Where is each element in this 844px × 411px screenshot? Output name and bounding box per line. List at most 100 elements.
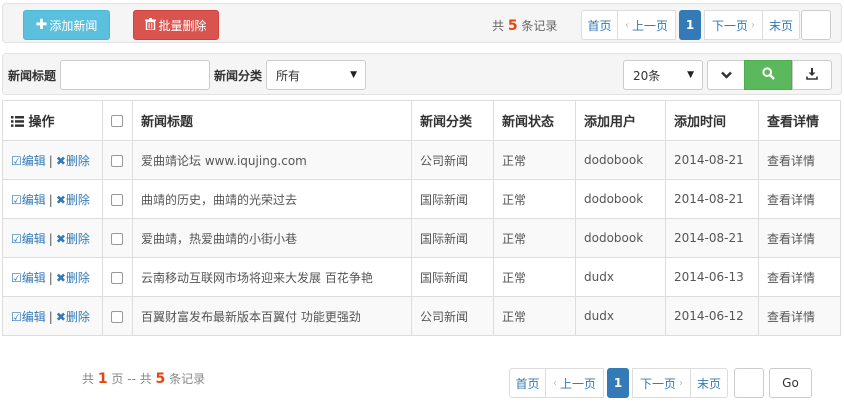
row-actions: ☑编辑 | ✖删除 (2, 179, 103, 219)
cell-time: 2014-06-13 (665, 257, 759, 297)
add-news-button[interactable]: ✚ 添加新闻 (23, 10, 110, 40)
delete-link[interactable]: ✖删除 (56, 310, 90, 324)
view-detail-link[interactable]: 查看详情 (758, 140, 841, 180)
last-page-link[interactable]: 末页 (762, 10, 800, 40)
table-row: ☑编辑 | ✖删除 爱曲靖，热爱曲靖的小街小巷 国际新闻 正常 dodobook 2… (2, 218, 841, 258)
view-detail-link[interactable]: 查看详情 (758, 296, 841, 336)
edit-icon: ☑ (11, 192, 22, 207)
news-category-select[interactable]: 所有 ▼ (266, 60, 366, 90)
row-checkbox[interactable] (111, 232, 123, 245)
news-title-label: 新闻标题 (8, 69, 57, 83)
last-page-link[interactable]: 末页 (690, 368, 728, 398)
news-title-input[interactable] (60, 60, 210, 90)
download-icon (806, 67, 818, 83)
edit-link[interactable]: ☑编辑 (11, 310, 46, 324)
first-page-link[interactable]: 首页 (509, 368, 546, 398)
record-count-value: 5 (507, 18, 518, 34)
go-button[interactable]: Go (769, 368, 812, 398)
page-size-select[interactable]: 20条 ▼ (623, 60, 703, 90)
edit-link[interactable]: ☑编辑 (11, 193, 46, 207)
edit-icon: ☑ (11, 309, 22, 324)
current-page[interactable]: 1 (679, 10, 701, 40)
table-row: ☑编辑 | ✖删除 云南移动互联网市场将迎来大发展 百花争艳 国际新闻 正常 dud… (2, 257, 841, 297)
record-count-top: 共 5 条记录 (492, 18, 558, 34)
trash-icon (145, 17, 157, 33)
close-icon: ✖ (55, 270, 66, 285)
prev-page-link[interactable]: ‹ 上一页 (545, 368, 604, 398)
chevron-left-icon: ‹ (624, 19, 629, 31)
current-page[interactable]: 1 (607, 368, 629, 398)
first-page-link[interactable]: 首页 (581, 10, 618, 40)
add-news-label: 添加新闻 (49, 18, 98, 33)
view-detail-link[interactable]: 查看详情 (758, 257, 841, 297)
edit-icon: ☑ (11, 153, 22, 168)
cell-time: 2014-08-21 (665, 218, 759, 258)
cell-time: 2014-06-12 (665, 296, 759, 336)
chevron-down-icon (720, 68, 732, 82)
row-select (102, 257, 133, 297)
edit-icon: ☑ (11, 231, 22, 246)
chevron-right-icon: › (751, 19, 755, 31)
search-icon (761, 67, 775, 83)
download-button[interactable] (792, 60, 832, 90)
collapse-button[interactable] (707, 60, 745, 90)
batch-delete-label: 批量删除 (158, 18, 207, 33)
edit-link[interactable]: ☑编辑 (11, 232, 46, 246)
select-all-checkbox[interactable] (111, 114, 123, 127)
cell-title: 百翼财富发布最新版本百翼付 功能更强劲 (132, 296, 412, 336)
cell-time: 2014-08-21 (665, 179, 759, 219)
news-table: 操作 新闻标题 新闻分类 新闻状态 添加用户 添加时间 查看详情 ☑编辑 | ✖删除… (2, 100, 841, 336)
page-jump-input-top[interactable] (801, 10, 831, 40)
close-icon: ✖ (55, 192, 66, 207)
close-icon: ✖ (55, 309, 66, 324)
header-title: 新闻标题 (132, 100, 412, 141)
record-count-value: 5 (155, 371, 166, 387)
chevron-right-icon: › (679, 377, 683, 389)
delete-link[interactable]: ✖删除 (56, 154, 90, 168)
page-count-value: 1 (97, 371, 108, 387)
view-detail-link[interactable]: 查看详情 (758, 179, 841, 219)
cell-status: 正常 (493, 179, 576, 219)
list-icon (11, 115, 29, 130)
caret-down-icon: ▼ (350, 70, 357, 80)
batch-delete-button[interactable]: 批量删除 (133, 10, 219, 40)
next-page-link[interactable]: 下一页 › (632, 368, 691, 398)
row-checkbox[interactable] (111, 154, 123, 167)
cell-title: 爱曲靖论坛 www.iqujing.com (132, 140, 412, 180)
cell-title: 云南移动互联网市场将迎来大发展 百花争艳 (132, 257, 412, 297)
record-count-bottom: 共 1 页 -- 共 5 条记录 (82, 371, 206, 387)
row-select (102, 179, 133, 219)
next-page-link[interactable]: 下一页 › (704, 10, 763, 40)
table-header-row: 操作 新闻标题 新闻分类 新闻状态 添加用户 添加时间 查看详情 (2, 100, 841, 141)
delete-link[interactable]: ✖删除 (56, 232, 90, 246)
pagination-top: 首页 ‹ 上一页 1 下一页 › 末页 (581, 10, 800, 40)
cell-category: 国际新闻 (411, 257, 494, 297)
search-button[interactable] (744, 60, 792, 90)
cell-user: dodobook (575, 140, 666, 180)
cell-status: 正常 (493, 140, 576, 180)
row-checkbox[interactable] (111, 193, 123, 206)
header-operation: 操作 (2, 100, 103, 141)
cell-status: 正常 (493, 218, 576, 258)
view-detail-link[interactable]: 查看详情 (758, 218, 841, 258)
cell-status: 正常 (493, 296, 576, 336)
cell-title: 爱曲靖，热爱曲靖的小街小巷 (132, 218, 412, 258)
close-icon: ✖ (55, 231, 66, 246)
edit-link[interactable]: ☑编辑 (11, 154, 46, 168)
row-select (102, 140, 133, 180)
row-checkbox[interactable] (111, 310, 123, 323)
page-jump-input-bottom[interactable] (734, 368, 764, 398)
delete-link[interactable]: ✖删除 (56, 193, 90, 207)
prev-page-link[interactable]: ‹ 上一页 (617, 10, 676, 40)
row-actions: ☑编辑 | ✖删除 (2, 218, 103, 258)
row-checkbox[interactable] (111, 271, 123, 284)
caret-down-icon: ▼ (687, 70, 694, 80)
edit-link[interactable]: ☑编辑 (11, 271, 46, 285)
delete-link[interactable]: ✖删除 (56, 271, 90, 285)
table-row: ☑编辑 | ✖删除 曲靖的历史，曲靖的光荣过去 国际新闻 正常 dodobook 2… (2, 179, 841, 219)
cell-time: 2014-08-21 (665, 140, 759, 180)
close-icon: ✖ (55, 153, 66, 168)
table-row: ☑编辑 | ✖删除 百翼财富发布最新版本百翼付 功能更强劲 公司新闻 正常 dudx… (2, 296, 841, 336)
header-select-all (102, 100, 133, 141)
cell-status: 正常 (493, 257, 576, 297)
